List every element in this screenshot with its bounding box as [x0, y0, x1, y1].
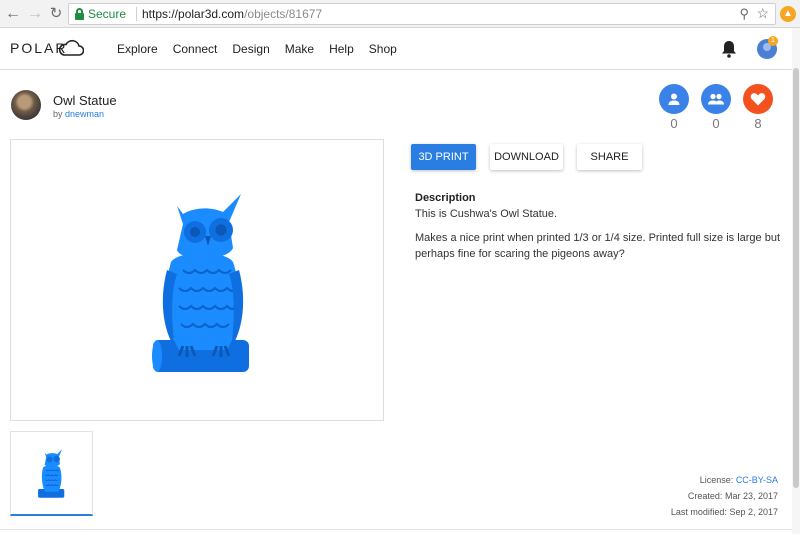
followers-stat[interactable]: 0 [659, 84, 689, 131]
star-icon[interactable]: ☆ [756, 5, 769, 22]
model-thumbnail[interactable] [10, 431, 93, 516]
description-heading: Description [415, 192, 476, 204]
site-header: POLAR Explore Connect Design Make Help S… [0, 28, 800, 70]
nav-help[interactable]: Help [329, 42, 354, 56]
owl-thumbnail-render [38, 449, 65, 498]
url-host: https://polar3d.com [142, 7, 245, 21]
license-link[interactable]: CC-BY-SA [736, 475, 778, 485]
created-label: Created: [687, 491, 723, 501]
license-info: License: CC-BY-SA [700, 475, 778, 485]
notification-badge: 1 [768, 36, 778, 46]
group-icon[interactable] [701, 84, 731, 114]
secure-label: Secure [88, 7, 127, 21]
nav-shop[interactable]: Shop [369, 42, 397, 56]
bell-icon[interactable] [720, 39, 738, 59]
url-divider [136, 7, 137, 21]
bottom-divider [0, 529, 792, 530]
modified-date: Sep 2, 2017 [729, 507, 778, 517]
owl-model-render[interactable] [149, 190, 259, 380]
description-body: Makes a nice print when printed 1/3 or 1… [415, 232, 781, 260]
url-text[interactable]: https://polar3d.com/objects/81677 [142, 7, 322, 21]
description-intro: This is Cushwa's Owl Statue. [415, 208, 558, 220]
scroll-thumb[interactable] [793, 68, 799, 488]
page-scrollbar[interactable] [792, 28, 800, 534]
back-arrow-icon[interactable]: ← [4, 5, 22, 23]
license-label: License: [699, 475, 734, 485]
by-label: by [53, 109, 63, 119]
heart-icon[interactable] [743, 84, 773, 114]
reload-icon[interactable]: ↻ [47, 5, 65, 23]
likes-count: 8 [754, 116, 762, 131]
groups-count: 0 [712, 116, 720, 131]
nav-make[interactable]: Make [285, 42, 314, 56]
browser-toolbar: ← → ↻ Secure https://polar3d.com/objects… [0, 0, 800, 28]
cloud-logo-icon[interactable] [58, 39, 84, 57]
modified-label: Last modified: [670, 507, 727, 517]
zoom-icon[interactable]: ⚲ [739, 6, 749, 22]
likes-stat[interactable]: 8 [743, 84, 773, 131]
extension-icon[interactable]: ▲ [780, 6, 796, 22]
lock-icon [75, 8, 84, 20]
nav-explore[interactable]: Explore [117, 42, 158, 56]
3d-print-button[interactable]: 3D PRINT [411, 144, 476, 170]
url-path: /objects/81677 [244, 7, 323, 21]
address-bar[interactable]: Secure https://polar3d.com/objects/81677… [68, 3, 776, 25]
object-byline: by dnewman [53, 109, 104, 119]
created-date: Mar 23, 2017 [724, 491, 778, 501]
groups-stat[interactable]: 0 [701, 84, 731, 131]
model-viewer[interactable] [10, 139, 384, 421]
followers-count: 0 [670, 116, 678, 131]
object-title: Owl Statue [53, 93, 117, 108]
forward-arrow-icon[interactable]: → [26, 5, 44, 23]
author-link[interactable]: dnewman [65, 109, 104, 119]
owner-avatar[interactable] [11, 90, 41, 120]
modified-info: Last modified: Sep 2, 2017 [671, 507, 778, 517]
main-nav: Explore Connect Design Make Help Shop [117, 42, 412, 56]
person-icon[interactable] [659, 84, 689, 114]
created-info: Created: Mar 23, 2017 [688, 491, 778, 501]
share-button[interactable]: SHARE [577, 144, 642, 170]
nav-design[interactable]: Design [232, 42, 269, 56]
nav-connect[interactable]: Connect [173, 42, 218, 56]
download-button[interactable]: DOWNLOAD [490, 144, 563, 170]
